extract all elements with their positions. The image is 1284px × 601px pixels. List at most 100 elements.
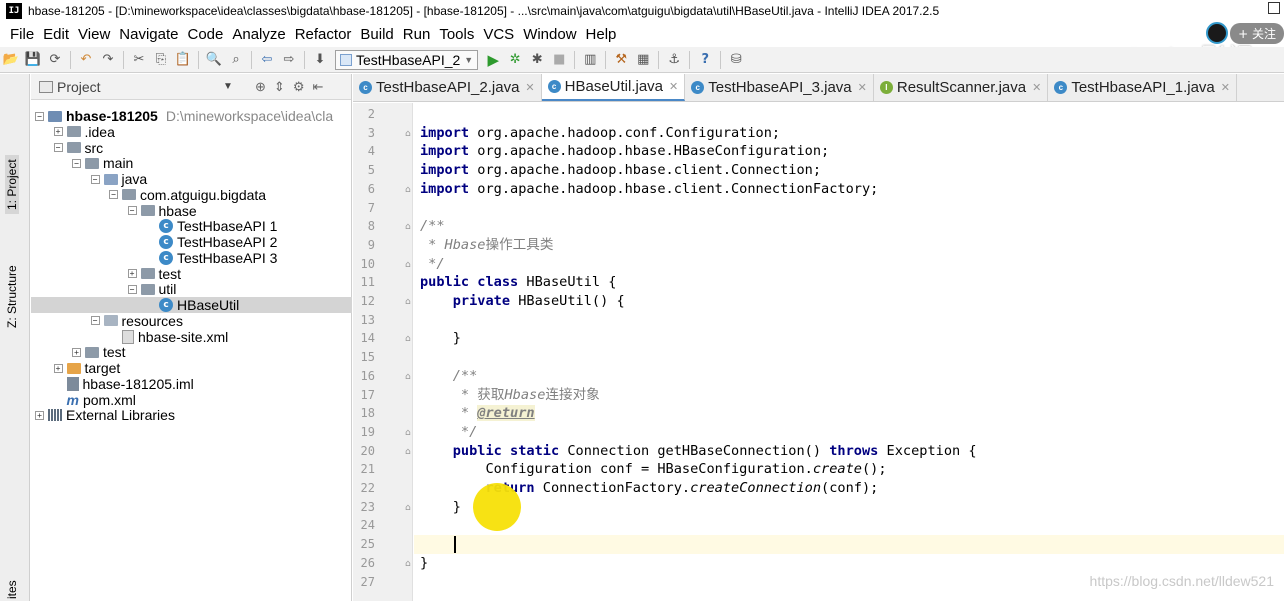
menu-file[interactable]: File bbox=[10, 26, 34, 43]
settings-icon[interactable]: ⚒ bbox=[613, 52, 629, 68]
redo-icon[interactable]: ↷ bbox=[100, 52, 116, 68]
line-number: 19 bbox=[360, 424, 375, 439]
java-interface-icon: I bbox=[879, 81, 893, 94]
tree-item[interactable]: + .idea bbox=[31, 124, 115, 140]
copy-icon[interactable]: ⎘ bbox=[153, 52, 169, 68]
close-tab-icon[interactable]: ✕ bbox=[669, 80, 678, 93]
project-structure-icon[interactable]: ▥ bbox=[582, 52, 598, 68]
vcs-icon[interactable]: ⚓ bbox=[666, 52, 682, 68]
menu-run[interactable]: Run bbox=[403, 26, 431, 43]
code-editor[interactable]: import org.apache.hadoop.conf.Configurat… bbox=[414, 103, 1284, 601]
sync-icon[interactable]: ⟳ bbox=[47, 52, 63, 68]
tree-item[interactable]: − util bbox=[31, 281, 176, 297]
editor-tab[interactable]: c TestHbaseAPI_2.java ✕ bbox=[353, 74, 542, 101]
menu-refactor[interactable]: Refactor bbox=[295, 26, 352, 43]
tree-item[interactable]: − src bbox=[31, 140, 103, 156]
menu-window[interactable]: Window bbox=[523, 26, 576, 43]
project-view-label[interactable]: Project bbox=[57, 79, 101, 95]
editor-tab[interactable]: c TestHbaseAPI_1.java ✕ bbox=[1048, 74, 1237, 101]
tree-item[interactable]: + test bbox=[31, 344, 126, 360]
editor-tab[interactable]: c HBaseUtil.java ✕ bbox=[541, 74, 686, 101]
tree-item[interactable]: − resources bbox=[31, 313, 183, 329]
save-icon[interactable]: 💾 bbox=[25, 52, 41, 68]
menu-code[interactable]: Code bbox=[187, 26, 223, 43]
tree-item[interactable]: + External Libraries bbox=[31, 407, 175, 423]
menu-navigate[interactable]: Navigate bbox=[119, 26, 178, 43]
restore-window-icon[interactable] bbox=[1268, 2, 1280, 14]
java-class-icon: c bbox=[159, 250, 173, 265]
project-tool-button[interactable]: 1: Project bbox=[5, 155, 19, 214]
tree-item[interactable]: − main bbox=[31, 155, 133, 171]
collapse-icon[interactable]: − bbox=[127, 206, 137, 215]
close-tab-icon[interactable]: ✕ bbox=[525, 81, 534, 94]
collapse-icon[interactable]: − bbox=[90, 174, 100, 184]
collapse-icon[interactable]: − bbox=[109, 190, 118, 200]
expand-icon[interactable]: + bbox=[72, 347, 81, 357]
editor-tab[interactable]: c TestHbaseAPI_3.java ✕ bbox=[685, 74, 874, 101]
hide-panel-icon[interactable]: ⇤ bbox=[312, 79, 323, 95]
tree-item-label: util bbox=[158, 281, 177, 298]
collapse-icon[interactable]: − bbox=[72, 158, 81, 168]
collapse-icon[interactable]: − bbox=[53, 143, 63, 152]
tree-item[interactable]: c HBaseUtil bbox=[31, 297, 352, 313]
back-icon[interactable]: ⇦ bbox=[259, 52, 275, 68]
plugin-icon[interactable]: ⛁ bbox=[728, 52, 744, 68]
collapse-icon[interactable]: − bbox=[35, 111, 44, 121]
close-tab-icon[interactable]: ✕ bbox=[1221, 81, 1230, 94]
sync-scroll-icon[interactable]: ⊕ bbox=[255, 79, 266, 95]
structure-tool-button[interactable]: Z: Structure bbox=[5, 265, 19, 328]
tree-item[interactable]: c TestHbaseAPI 1 bbox=[31, 218, 277, 234]
menu-edit[interactable]: Edit bbox=[43, 26, 69, 43]
tree-item[interactable]: + test bbox=[31, 266, 181, 282]
run-configuration-select[interactable]: TestHbaseAPI_2 ▼ bbox=[335, 49, 479, 70]
undo-icon[interactable]: ↶ bbox=[78, 52, 94, 68]
collapse-icon[interactable]: − bbox=[90, 316, 100, 326]
expand-icon[interactable]: + bbox=[53, 127, 63, 137]
debug-icon[interactable]: ✲ bbox=[507, 52, 523, 68]
find-icon[interactable]: 🔍 bbox=[206, 52, 222, 68]
expand-icon[interactable]: + bbox=[127, 269, 137, 278]
chevron-down-icon[interactable]: ▼ bbox=[223, 81, 233, 92]
code-line: public static Connection getHBaseConnect… bbox=[452, 442, 977, 459]
collapse-icon[interactable]: − bbox=[127, 284, 137, 294]
replace-icon[interactable]: ⌕ bbox=[228, 52, 244, 68]
menu-tools[interactable]: Tools bbox=[439, 26, 474, 43]
coverage-icon[interactable]: ✱ bbox=[529, 52, 545, 68]
gear-icon[interactable]: ⚙ bbox=[293, 79, 305, 95]
close-tab-icon[interactable]: ✕ bbox=[858, 81, 867, 94]
expand-icon[interactable]: + bbox=[35, 410, 44, 420]
tree-item[interactable]: m pom.xml bbox=[31, 392, 136, 408]
tree-item[interactable]: − com.atguigu.bigdata bbox=[31, 187, 266, 203]
menu-analyze[interactable]: Analyze bbox=[232, 26, 285, 43]
close-tab-icon[interactable]: ✕ bbox=[1032, 81, 1041, 94]
line-number: 26 bbox=[360, 555, 375, 570]
tree-item-label: HBaseUtil bbox=[177, 297, 240, 313]
run-icon[interactable]: ▶ bbox=[485, 51, 501, 69]
menu-vcs[interactable]: VCS bbox=[483, 26, 514, 43]
tree-item[interactable]: hbase-181205.iml bbox=[31, 376, 194, 392]
open-icon[interactable]: 📂 bbox=[3, 52, 19, 68]
menu-view[interactable]: View bbox=[78, 26, 110, 43]
cut-icon[interactable]: ✂ bbox=[131, 52, 147, 68]
expand-icon[interactable]: + bbox=[53, 363, 63, 373]
sdk-icon[interactable]: ▦ bbox=[635, 52, 651, 68]
paste-icon[interactable]: 📋 bbox=[175, 52, 191, 68]
tree-item[interactable]: c TestHbaseAPI 3 bbox=[31, 250, 277, 266]
tree-item[interactable]: − java bbox=[31, 171, 147, 187]
editor-tab[interactable]: I ResultScanner.java ✕ bbox=[874, 74, 1049, 101]
stop-icon[interactable]: ■ bbox=[551, 52, 567, 68]
tree-item[interactable]: − hbase-181205 D:\mineworkspace\idea\cla bbox=[31, 108, 333, 124]
forward-icon[interactable]: ⇨ bbox=[281, 52, 297, 68]
help-icon[interactable]: ? bbox=[697, 52, 713, 68]
menu-build[interactable]: Build bbox=[360, 26, 393, 43]
collapse-all-icon[interactable]: ⇕ bbox=[274, 79, 285, 95]
mouse-highlight bbox=[473, 483, 521, 531]
tree-item[interactable]: c TestHbaseAPI 2 bbox=[31, 234, 277, 250]
tree-item[interactable]: − hbase bbox=[31, 203, 197, 219]
build-icon[interactable]: ⬇ bbox=[312, 52, 328, 68]
folder-icon bbox=[85, 346, 99, 358]
favorites-tool-button[interactable]: ites bbox=[5, 580, 19, 599]
menu-help[interactable]: Help bbox=[586, 26, 617, 43]
tree-item[interactable]: + target bbox=[31, 360, 120, 376]
tree-item[interactable]: hbase-site.xml bbox=[31, 329, 228, 345]
